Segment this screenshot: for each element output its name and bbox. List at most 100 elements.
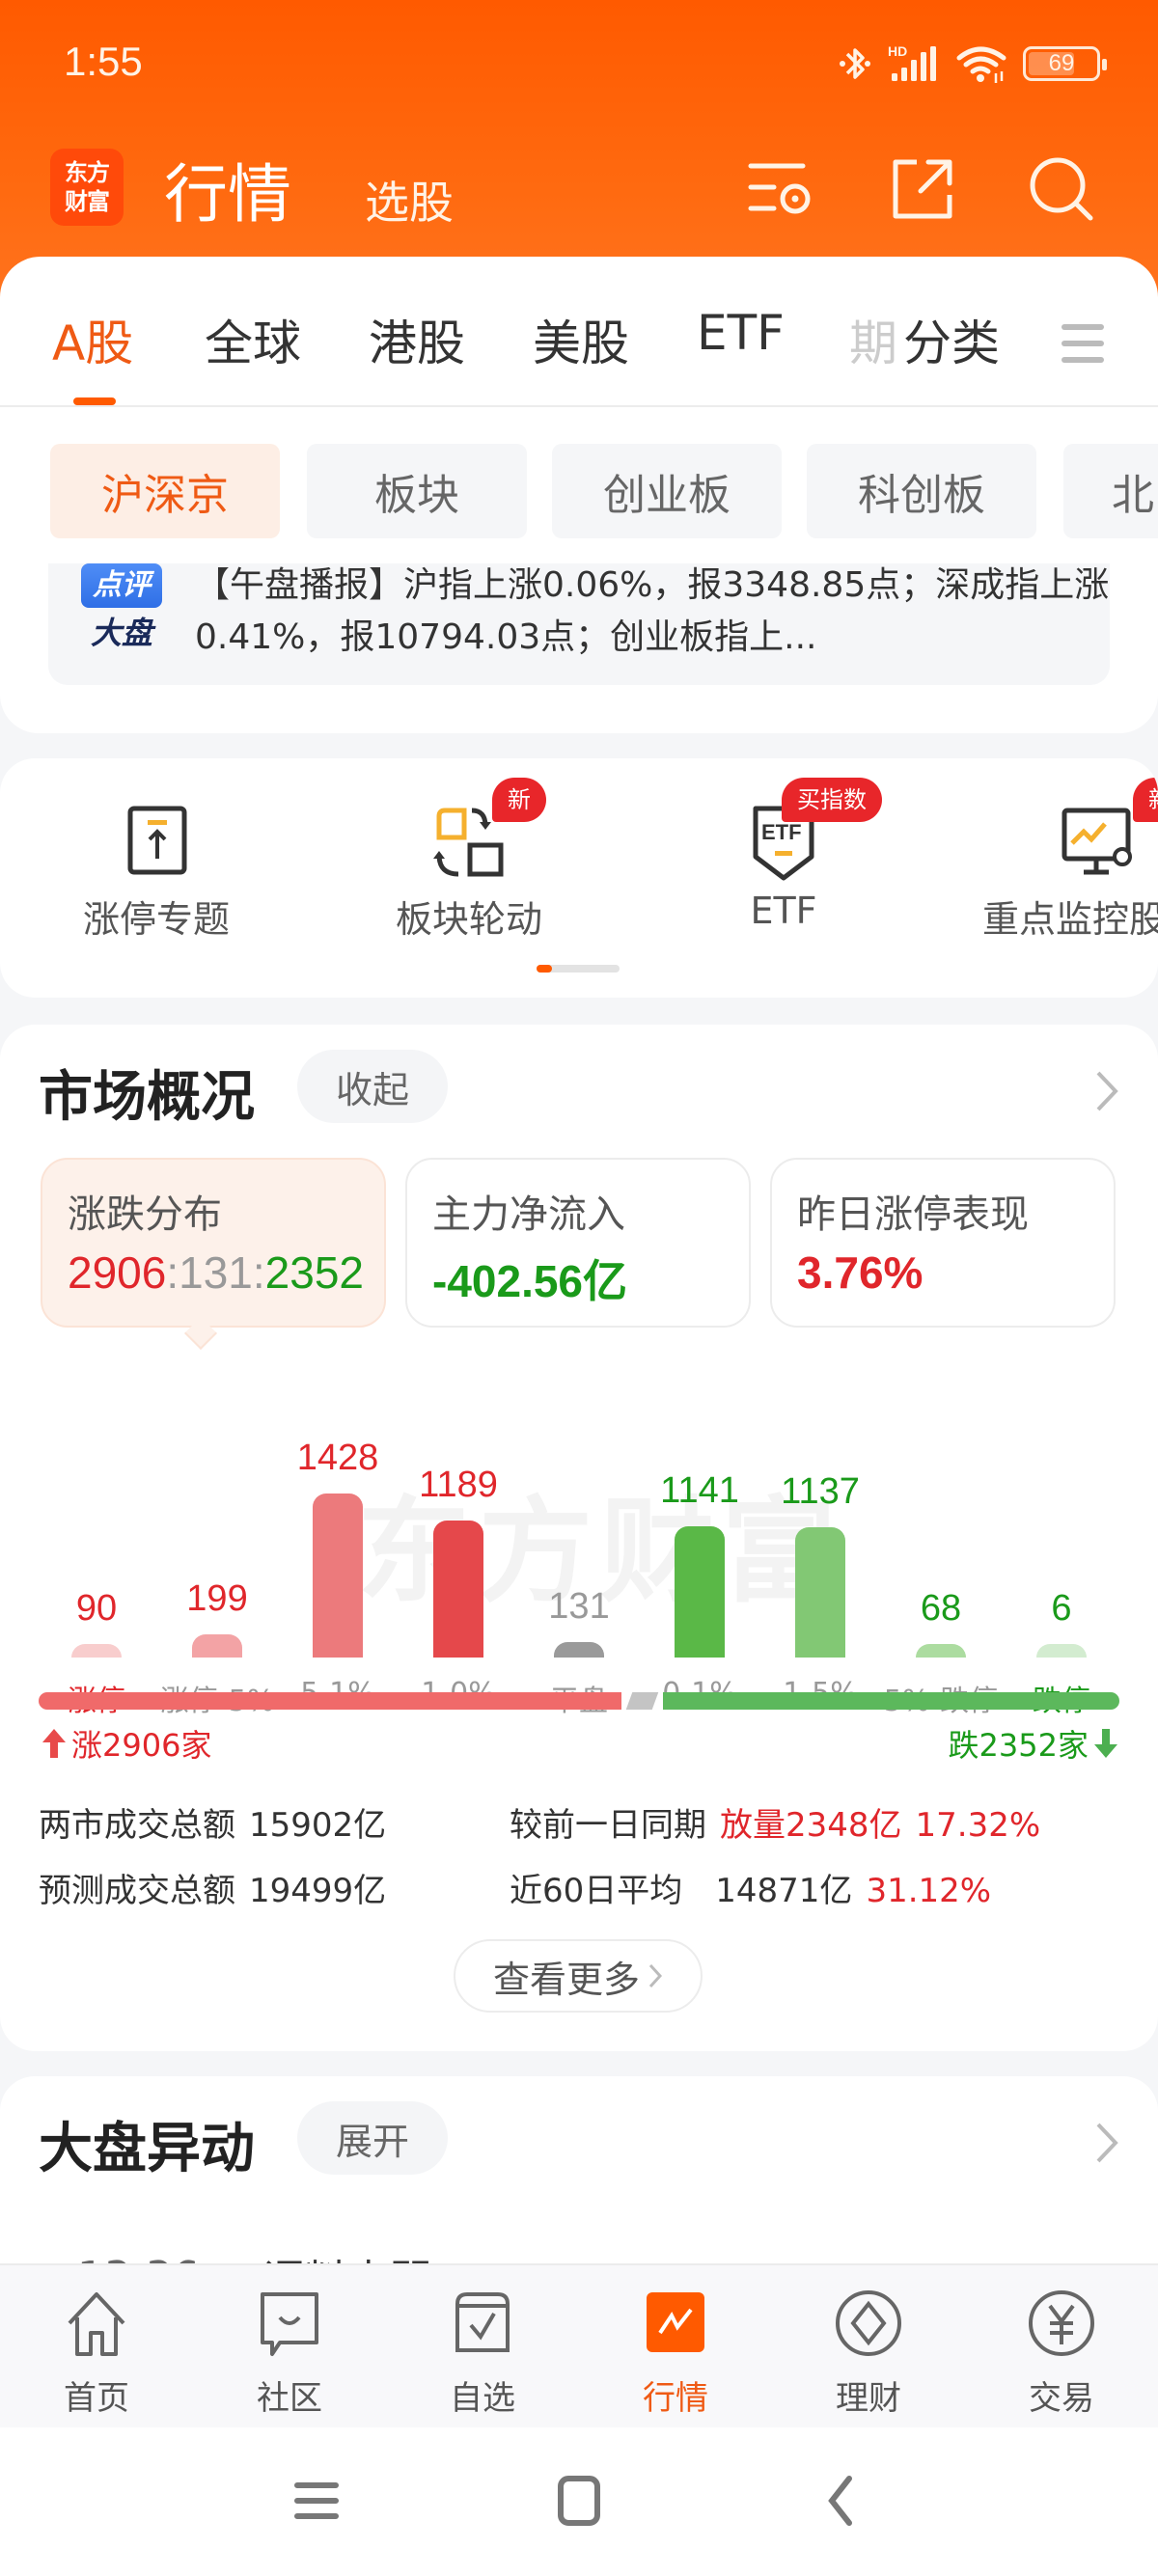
up-summary-text: 涨2906家 bbox=[71, 1727, 212, 1764]
expand-button[interactable]: 展开 bbox=[297, 2101, 448, 2175]
chart-bar[interactable] bbox=[916, 1644, 966, 1658]
stat-value: 3.76% bbox=[797, 1247, 924, 1298]
bar-value-label: 1189 bbox=[419, 1465, 498, 1506]
nav-watchlist[interactable]: 自选 bbox=[425, 2288, 540, 2418]
nav-label: 理财 bbox=[836, 2379, 901, 2418]
cellular-signal-icon: HD bbox=[888, 43, 936, 81]
chart-bar[interactable] bbox=[554, 1642, 604, 1658]
market-news-ticker[interactable]: 点评 大盘 【午盘播报】沪指上涨0.06%，报3348.85点；深成指上涨0.4… bbox=[48, 563, 1110, 685]
menu-icon bbox=[294, 2482, 339, 2519]
market-overview-card: 市场概况 收起 涨跌分布 2906:131:2352 主力净流入 -402.56… bbox=[0, 1025, 1158, 2051]
chart-bar[interactable] bbox=[71, 1644, 122, 1658]
bar-value-label: 68 bbox=[920, 1588, 962, 1629]
chart-bar[interactable] bbox=[1036, 1644, 1087, 1658]
chart-bar[interactable] bbox=[675, 1526, 725, 1658]
ratio-flat-segment bbox=[625, 1692, 659, 1710]
back-button[interactable] bbox=[813, 2472, 870, 2530]
badge-bottom: 大盘 bbox=[90, 615, 152, 651]
total-volume-label: 两市成交总额 bbox=[39, 1806, 235, 1845]
avg-60d-label: 近60日平均 bbox=[510, 1872, 683, 1910]
nav-community[interactable]: 社区 bbox=[232, 2288, 347, 2418]
market-panel: A股 全球 港股 美股 ETF 期 分类 沪深京 板块 创业板 科创板 北 点评… bbox=[0, 257, 1158, 733]
bottom-navigation: 首页 社区 自选 行情 理财 交易 bbox=[0, 2263, 1158, 2427]
stat-yesterday-limit-up[interactable]: 昨日涨停表现 3.76% bbox=[770, 1158, 1116, 1328]
battery-tip bbox=[1102, 59, 1107, 70]
chart-bar[interactable] bbox=[192, 1634, 242, 1658]
tab-etf[interactable]: ETF bbox=[697, 305, 785, 361]
settings-list-button[interactable] bbox=[743, 151, 820, 228]
stock-picker-tab[interactable]: 选股 bbox=[365, 168, 454, 232]
tools-scroll-indicator bbox=[537, 965, 620, 973]
nav-label: 自选 bbox=[450, 2379, 515, 2418]
chevron-right-icon bbox=[648, 1963, 663, 1988]
buy-index-badge: 买指数 bbox=[782, 778, 882, 822]
tab-menu-button[interactable] bbox=[1062, 324, 1104, 373]
tool-etf[interactable]: ETF ETF 买指数 bbox=[668, 758, 899, 951]
chart-bar[interactable] bbox=[313, 1494, 363, 1658]
nav-label: 社区 bbox=[257, 2379, 322, 2418]
recent-apps-button[interactable] bbox=[288, 2472, 345, 2530]
stat-label: 昨日涨停表现 bbox=[797, 1192, 1029, 1237]
separator: : bbox=[252, 1247, 265, 1298]
system-navigation-bar bbox=[0, 2427, 1158, 2576]
chevron-right-icon[interactable] bbox=[1092, 1067, 1121, 1115]
collapse-button[interactable]: 收起 bbox=[297, 1050, 448, 1123]
new-badge: 新 bbox=[1133, 778, 1158, 822]
app-header: 东方 财富 行情 选股 bbox=[0, 135, 1158, 241]
chart-bar[interactable] bbox=[433, 1521, 483, 1658]
subtab-star-market[interactable]: 科创板 bbox=[807, 444, 1036, 538]
wealth-icon bbox=[836, 2290, 901, 2356]
tool-limit-up[interactable]: 涨停专题 bbox=[41, 758, 272, 951]
sub-tabs: 沪深京 板块 创业板 科创板 北 bbox=[0, 444, 1158, 540]
tab-hk-stocks[interactable]: 港股 bbox=[369, 305, 465, 374]
menu-line bbox=[1062, 357, 1104, 363]
vs-previous-pct: 17.32% bbox=[915, 1806, 1041, 1845]
app-logo[interactable]: 东方 财富 bbox=[50, 149, 124, 226]
logo-line-2: 财富 bbox=[65, 188, 110, 215]
active-tab-indicator bbox=[73, 397, 116, 405]
back-icon bbox=[828, 2476, 852, 2526]
home-icon bbox=[68, 2292, 125, 2356]
nav-wealth[interactable]: 理财 bbox=[811, 2288, 926, 2418]
section-title: 大盘异动 bbox=[39, 2118, 255, 2180]
flat-count: 131 bbox=[179, 1247, 253, 1298]
bar-value-label: 1137 bbox=[781, 1470, 860, 1512]
search-icon bbox=[1030, 157, 1093, 221]
home-system-button[interactable] bbox=[550, 2472, 608, 2530]
news-text: 【午盘播报】沪指上涨0.06%，报3348.85点；深成指上涨0.41%，报10… bbox=[195, 565, 1110, 657]
search-button[interactable] bbox=[1023, 151, 1100, 228]
subtab-shanghai-shenzhen-beijing[interactable]: 沪深京 bbox=[50, 444, 280, 538]
tool-key-monitor[interactable]: 重点监控股 新 bbox=[982, 758, 1158, 951]
limit-up-icon bbox=[127, 806, 187, 875]
status-icons: HD 69 bbox=[838, 42, 1107, 85]
view-more-button[interactable]: 查看更多 bbox=[454, 1939, 703, 2013]
avg-60d-pct: 31.12% bbox=[866, 1872, 992, 1910]
tab-futures[interactable]: 期 bbox=[849, 305, 897, 374]
menu-line bbox=[1062, 341, 1104, 346]
share-button[interactable] bbox=[884, 151, 961, 228]
view-more-label: 查看更多 bbox=[492, 1958, 640, 2001]
nav-label: 交易 bbox=[1029, 2379, 1094, 2418]
nav-label: 行情 bbox=[643, 2379, 708, 2418]
market-icon bbox=[647, 2292, 704, 2352]
stat-main-net-inflow[interactable]: 主力净流入 -402.56亿 bbox=[405, 1158, 751, 1328]
svg-text:ETF: ETF bbox=[761, 820, 802, 844]
tab-global[interactable]: 全球 bbox=[205, 305, 301, 374]
ratio-up-segment bbox=[39, 1692, 621, 1710]
nav-home[interactable]: 首页 bbox=[39, 2288, 154, 2418]
subtab-sectors[interactable]: 板块 bbox=[307, 444, 527, 538]
badge-top: 点评 bbox=[81, 563, 162, 608]
chart-bar[interactable] bbox=[795, 1526, 845, 1658]
nav-trade[interactable]: 交易 bbox=[1004, 2288, 1119, 2418]
chevron-right-icon[interactable] bbox=[1092, 2119, 1121, 2167]
tab-us-stocks[interactable]: 美股 bbox=[533, 305, 629, 374]
tab-category[interactable]: 分类 bbox=[903, 305, 1000, 374]
subtab-beijing[interactable]: 北 bbox=[1063, 444, 1158, 538]
tool-sector-rotation[interactable]: 板块轮动 新 bbox=[353, 758, 585, 951]
tab-a-shares[interactable]: A股 bbox=[52, 305, 133, 374]
subtab-chinext[interactable]: 创业板 bbox=[552, 444, 782, 538]
nav-market[interactable]: 行情 bbox=[618, 2288, 733, 2418]
stat-advance-decline[interactable]: 涨跌分布 2906:131:2352 bbox=[41, 1158, 386, 1328]
page-title[interactable]: 行情 bbox=[164, 143, 291, 235]
tool-label: 板块轮动 bbox=[395, 898, 542, 941]
